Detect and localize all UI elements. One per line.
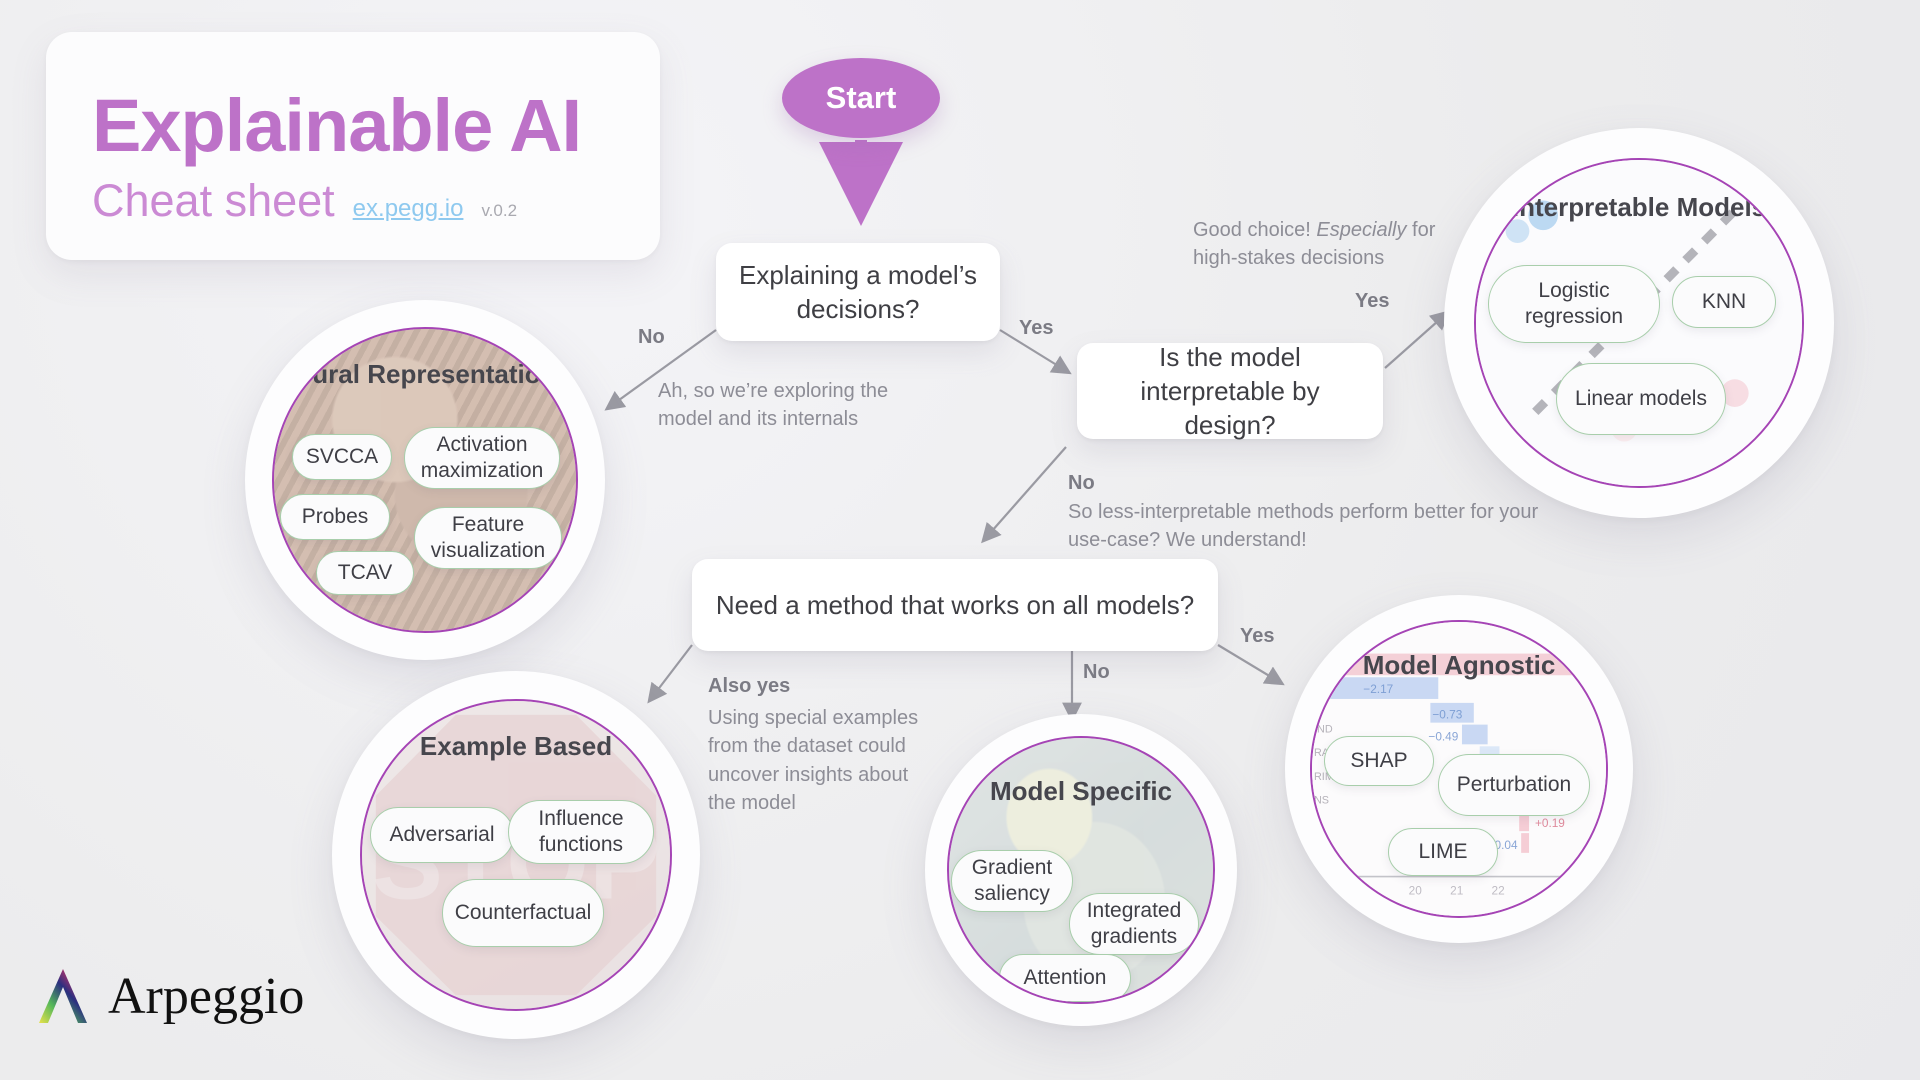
decision-box-explaining-decisions[interactable]: Explaining a model’s decisions? <box>716 243 1000 341</box>
edge-label-d3-yes: Yes <box>1240 625 1275 647</box>
svg-text:21: 21 <box>1450 883 1463 897</box>
pill-gradient-saliency[interactable]: Gradient saliency <box>951 850 1073 912</box>
pill-perturbation[interactable]: Perturbation <box>1438 754 1590 816</box>
page-title: Explainable AI <box>92 84 582 167</box>
pill-adversarial[interactable]: Adversarial <box>370 807 514 863</box>
annotation-d2-yes-part1: Good choice! <box>1193 219 1317 241</box>
arpeggio-mark-icon <box>39 969 87 1023</box>
svg-text:D: D <box>1314 816 1322 828</box>
pill-feature-visualization[interactable]: Feature visualization <box>414 507 562 569</box>
svg-text:IND: IND <box>1314 723 1333 735</box>
pill-influence-functions[interactable]: Influence functions <box>508 800 654 864</box>
circle-inner-neural: Neural Representations SVCCA Activation … <box>272 327 578 633</box>
circle-title-neural: Neural Representations <box>279 359 571 389</box>
circle-inner-model-agnostic: INDRA RIMNSD −2.17 −0.73 −0.49 +0.26 +0.… <box>1310 620 1608 918</box>
pill-integrated-gradients[interactable]: Integrated gradients <box>1069 893 1199 955</box>
svg-text:20: 20 <box>1409 883 1423 897</box>
edge-label-d1-yes: Yes <box>1019 317 1054 339</box>
annotation-d3-also-yes: Using special examples from the dataset … <box>708 707 919 815</box>
edge-label-d1-no: No <box>638 326 665 348</box>
start-node: Start <box>782 58 940 138</box>
edge-label-d2-yes: Yes <box>1355 290 1390 312</box>
svg-text:NS: NS <box>1314 795 1329 807</box>
decision-box-interpretable-by-design[interactable]: Is the model interpretable by design? <box>1077 342 1383 440</box>
pill-activation-maximization[interactable]: Activation maximization <box>404 427 560 489</box>
circle-inner-model-specific: Model Specific Gradient saliency Integra… <box>947 736 1215 1004</box>
svg-text:−2.17: −2.17 <box>1363 682 1393 696</box>
svg-text:−0.73: −0.73 <box>1432 708 1462 722</box>
pill-counterfactual[interactable]: Counterfactual <box>442 879 604 947</box>
pill-probes[interactable]: Probes <box>280 494 390 540</box>
version-label: v.0.2 <box>481 200 518 220</box>
pill-linear-models[interactable]: Linear models <box>1556 363 1726 435</box>
edge-label-d2-no: No <box>1068 472 1095 494</box>
site-link[interactable]: ex.pegg.io <box>353 195 464 223</box>
circle-title-interpretable: Interpretable Models <box>1511 192 1767 222</box>
infographic-canvas: Explainable AI Cheat sheet ex.pegg.io v.… <box>0 0 1920 1080</box>
pill-shap[interactable]: SHAP <box>1324 736 1434 786</box>
annotation-d2-yes-emphasis: Especially <box>1316 219 1407 241</box>
svg-text:+0.19: +0.19 <box>1535 816 1565 830</box>
title-card: Explainable AI Cheat sheet ex.pegg.io v.… <box>46 32 660 260</box>
circle-title-model-agnostic: Model Agnostic <box>1362 650 1556 680</box>
edge-label-d3-no: No <box>1083 661 1110 683</box>
start-label: Start <box>825 80 897 115</box>
brand-logo: Arpeggio <box>34 965 304 1027</box>
annotation-d2-yes: Good choice! Especially for high-stakes … <box>1193 216 1453 273</box>
pill-logistic-regression[interactable]: Logistic regression <box>1488 265 1660 343</box>
edge-label-d3-also-yes: Also yes <box>708 675 791 697</box>
category-circle-example-based[interactable]: STOP Example Based Adversarial Influence… <box>332 671 700 1039</box>
category-circle-neural-representations[interactable]: Neural Representations SVCCA Activation … <box>245 300 605 660</box>
category-circle-interpretable-models[interactable]: Interpretable Models Logistic regression… <box>1444 128 1834 518</box>
decision-box-works-on-all-models[interactable]: Need a method that works on all models? <box>692 559 1218 651</box>
category-circle-model-agnostic[interactable]: INDRA RIMNSD −2.17 −0.73 −0.49 +0.26 +0.… <box>1285 595 1633 943</box>
svg-text:−0.49: −0.49 <box>1428 729 1458 743</box>
pill-tcav[interactable]: TCAV <box>316 551 414 595</box>
pill-svcca[interactable]: SVCCA <box>292 434 392 480</box>
pill-attention[interactable]: Attention <box>999 954 1131 1002</box>
page-subtitle: Cheat sheet <box>92 174 335 226</box>
circle-title-model-specific: Model Specific <box>989 776 1173 806</box>
circle-inner-example: STOP Example Based Adversarial Influence… <box>360 699 672 1011</box>
brand-name: Arpeggio <box>108 967 305 1025</box>
circle-title-example: Example Based <box>419 731 613 761</box>
svg-text:22: 22 <box>1492 883 1505 897</box>
annotation-d1-no: Ah, so we’re exploring the model and its… <box>658 380 889 431</box>
category-circle-model-specific[interactable]: Model Specific Gradient saliency Integra… <box>925 714 1237 1026</box>
pill-knn[interactable]: KNN <box>1672 276 1776 328</box>
pill-lime[interactable]: LIME <box>1388 828 1498 876</box>
circle-inner-interpretable: Interpretable Models Logistic regression… <box>1474 158 1804 488</box>
annotation-d2-no: So less-interpretable methods perform be… <box>1068 501 1539 552</box>
